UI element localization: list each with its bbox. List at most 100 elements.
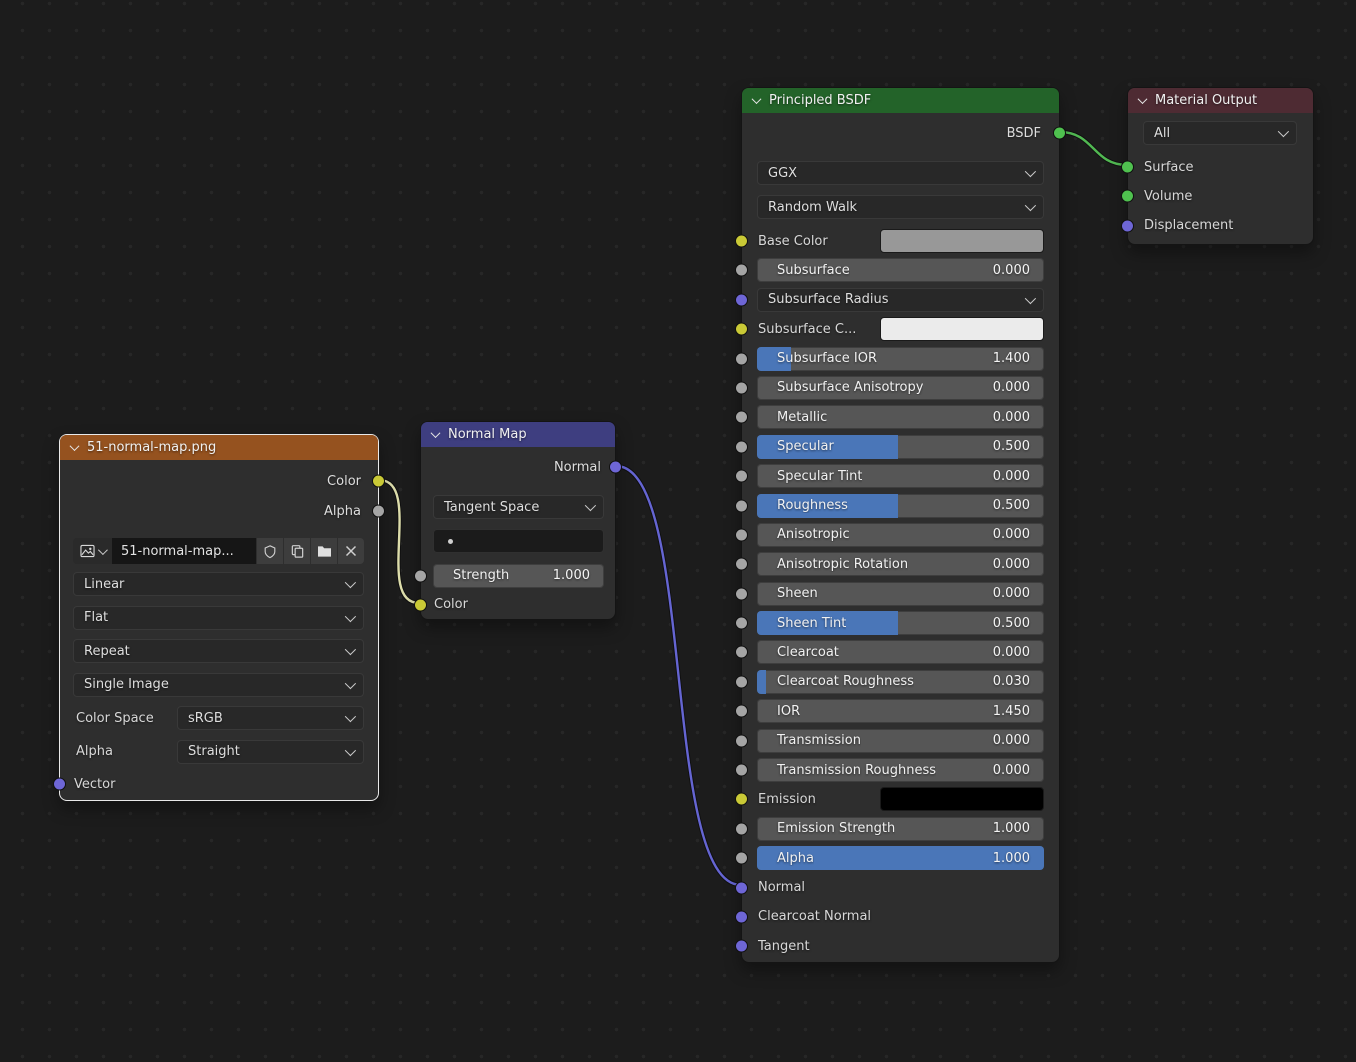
- subsurface-radius-input-socket[interactable]: [735, 293, 748, 306]
- sheen-slider[interactable]: Sheen 0.000: [757, 582, 1044, 606]
- open-file-button[interactable]: [311, 538, 337, 564]
- target-select[interactable]: All: [1143, 121, 1297, 145]
- clearcoat-roughness-slider[interactable]: Clearcoat Roughness 0.030: [757, 670, 1044, 694]
- unlink-button[interactable]: [338, 538, 364, 564]
- node-material-output[interactable]: Material Output All Surface Volume Displ…: [1127, 87, 1314, 245]
- transmission-roughness-input-socket[interactable]: [735, 764, 748, 777]
- clearcoat-slider[interactable]: Clearcoat 0.000: [757, 640, 1044, 664]
- source-select[interactable]: Single Image: [73, 673, 364, 697]
- node-image-texture[interactable]: 51-normal-map.png Color Alpha: [59, 434, 379, 801]
- output-row-color: Color: [73, 469, 364, 493]
- specular-tint-slider[interactable]: Specular Tint 0.000: [757, 464, 1044, 488]
- clearcoat-input-socket[interactable]: [735, 646, 748, 659]
- space-select[interactable]: Tangent Space: [433, 495, 604, 519]
- alpha-output-socket[interactable]: [372, 505, 385, 518]
- subsurface-radius-select[interactable]: Subsurface Radius: [757, 288, 1044, 312]
- strength-input-socket[interactable]: [414, 569, 427, 582]
- sheen-tint-input-socket[interactable]: [735, 617, 748, 630]
- strength-slider[interactable]: Strength 1.000: [433, 564, 604, 588]
- alpha-input-socket[interactable]: [735, 852, 748, 865]
- emission-input-socket[interactable]: [735, 793, 748, 806]
- subsurface-input-socket[interactable]: [735, 264, 748, 277]
- roughness-input-socket[interactable]: [735, 499, 748, 512]
- distribution-select[interactable]: GGX: [757, 161, 1044, 185]
- node-title: Principled BSDF: [769, 93, 871, 108]
- alpha-mode-select[interactable]: Straight: [177, 740, 364, 764]
- image-texture-node-header[interactable]: 51-normal-map.png: [60, 435, 378, 460]
- base-color-input-socket[interactable]: [735, 235, 748, 248]
- anisotropic-slider[interactable]: Anisotropic 0.000: [757, 523, 1044, 547]
- volume-input-socket[interactable]: [1121, 190, 1134, 203]
- subsurface-slider[interactable]: Subsurface 0.000: [757, 258, 1044, 282]
- emission-color-swatch[interactable]: [880, 787, 1044, 811]
- subsurface-anisotropy-slider[interactable]: Subsurface Anisotropy 0.000: [757, 376, 1044, 400]
- subsurface-method-select[interactable]: Random Walk: [757, 195, 1044, 219]
- param-row-subsurface-ior: Subsurface IOR 1.400: [757, 347, 1044, 371]
- collapse-chevron-icon[interactable]: [70, 441, 80, 451]
- color-output-label: Color: [327, 474, 364, 489]
- base-color-swatch[interactable]: [880, 229, 1044, 253]
- emission-strength-slider[interactable]: Emission Strength 1.000: [757, 817, 1044, 841]
- subsurface-color-input-socket[interactable]: [735, 323, 748, 336]
- color-space-select[interactable]: sRGB: [177, 706, 364, 730]
- material-output-node-header[interactable]: Material Output: [1128, 88, 1313, 113]
- color-output-socket[interactable]: [372, 475, 385, 488]
- subsurface-color-swatch[interactable]: [880, 317, 1044, 341]
- metallic-input-socket[interactable]: [735, 411, 748, 424]
- interpolation-select[interactable]: Linear: [73, 572, 364, 596]
- subsurface-anisotropy-input-socket[interactable]: [735, 381, 748, 394]
- transmission-slider[interactable]: Transmission 0.000: [757, 729, 1044, 753]
- collapse-chevron-icon[interactable]: [752, 94, 762, 104]
- anisotropic-rotation-input-socket[interactable]: [735, 558, 748, 571]
- node-normal-map[interactable]: Normal Map Normal Tangent Space: [420, 421, 616, 620]
- duplicate-button[interactable]: [284, 538, 310, 564]
- specular-tint-input-socket[interactable]: [735, 470, 748, 483]
- image-name-field[interactable]: 51-normal-map...: [112, 538, 256, 564]
- transmission-roughness-slider[interactable]: Transmission Roughness 0.000: [757, 758, 1044, 782]
- anisotropic-input-socket[interactable]: [735, 528, 748, 541]
- chevron-down-icon: [585, 500, 596, 511]
- alpha-slider[interactable]: Alpha 1.000: [757, 846, 1044, 870]
- wire-image-color-to-normalmap-color: [379, 480, 419, 603]
- bsdf-output-socket[interactable]: [1053, 127, 1066, 140]
- metallic-slider[interactable]: Metallic 0.000: [757, 405, 1044, 429]
- node-editor-canvas[interactable]: 51-normal-map.png Color Alpha: [0, 0, 1356, 1062]
- node-principled-bsdf[interactable]: Principled BSDF BSDF GGX Random Walk Bas…: [741, 87, 1060, 963]
- subsurface-ior-slider[interactable]: Subsurface IOR 1.400: [757, 347, 1044, 371]
- sheen-tint-slider[interactable]: Sheen Tint 0.500: [757, 611, 1044, 635]
- color-input-socket[interactable]: [414, 598, 427, 611]
- normal-input-socket[interactable]: [735, 881, 748, 894]
- param-row-specular: Specular 0.500: [757, 435, 1044, 459]
- subsurface-ior-input-socket[interactable]: [735, 352, 748, 365]
- transmission-input-socket[interactable]: [735, 734, 748, 747]
- collapse-chevron-icon[interactable]: [1138, 94, 1148, 104]
- principled-bsdf-node-header[interactable]: Principled BSDF: [742, 88, 1059, 113]
- displacement-input-socket[interactable]: [1121, 219, 1134, 232]
- input-row-surface: Surface: [1143, 155, 1297, 179]
- clearcoat-roughness-input-socket[interactable]: [735, 675, 748, 688]
- uv-map-field[interactable]: [433, 529, 604, 553]
- normal-map-node-header[interactable]: Normal Map: [421, 422, 615, 447]
- normal-output-socket[interactable]: [609, 461, 622, 474]
- collapse-chevron-icon[interactable]: [431, 428, 441, 438]
- param-row-transmission-roughness: Transmission Roughness 0.000: [757, 758, 1044, 782]
- specular-slider[interactable]: Specular 0.500: [757, 435, 1044, 459]
- vector-input-socket[interactable]: [53, 778, 66, 791]
- clearcoat-normal-input-socket[interactable]: [735, 910, 748, 923]
- specular-input-socket[interactable]: [735, 440, 748, 453]
- image-browse-button[interactable]: [73, 538, 112, 564]
- sheen-input-socket[interactable]: [735, 587, 748, 600]
- surface-input-socket[interactable]: [1121, 161, 1134, 174]
- wire-bsdf-to-surface: [1060, 132, 1127, 165]
- extension-select[interactable]: Repeat: [73, 639, 364, 663]
- param-row-subsurface-radius: Subsurface Radius: [757, 288, 1044, 312]
- projection-select[interactable]: Flat: [73, 606, 364, 630]
- ior-slider[interactable]: IOR 1.450: [757, 699, 1044, 723]
- anisotropic-rotation-slider[interactable]: Anisotropic Rotation 0.000: [757, 552, 1044, 576]
- roughness-slider[interactable]: Roughness 0.500: [757, 494, 1044, 518]
- tangent-input-socket[interactable]: [735, 940, 748, 953]
- ior-input-socket[interactable]: [735, 705, 748, 718]
- input-row-color: Color: [433, 593, 604, 617]
- emission-strength-input-socket[interactable]: [735, 822, 748, 835]
- fake-user-button[interactable]: [257, 538, 283, 564]
